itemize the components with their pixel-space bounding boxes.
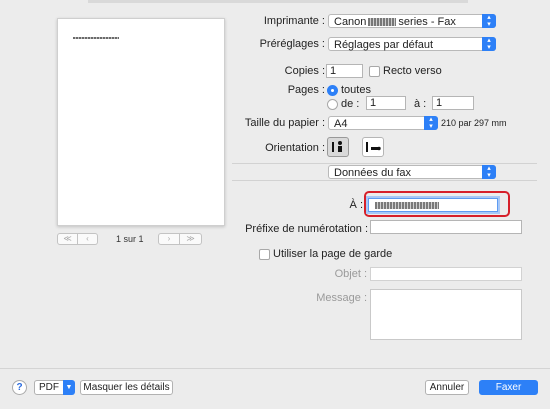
portrait-orientation-button[interactable]: [327, 137, 349, 157]
orientation-label: Orientation :: [265, 142, 325, 154]
preview-content-line: [73, 37, 119, 39]
preview-nav-forward-group: › ≫: [158, 233, 202, 245]
subject-label: Objet :: [334, 268, 367, 280]
copies-input[interactable]: 1: [326, 64, 363, 78]
portrait-person-icon: [332, 141, 342, 152]
pages-from-input[interactable]: 1: [366, 96, 406, 110]
section-select[interactable]: Données du fax ▴ ▾: [328, 165, 496, 179]
printer-name-suffix: series - Fax: [398, 16, 456, 28]
hide-details-button[interactable]: Masquer les détails: [80, 380, 173, 395]
pages-all-label: toutes: [341, 84, 371, 96]
pages-label: Pages :: [287, 84, 325, 96]
copies-label: Copies :: [284, 65, 325, 77]
paper-size-label: Taille du papier :: [244, 117, 325, 129]
printer-name-prefix: Canon: [334, 16, 367, 28]
duplex-label: Recto verso: [383, 65, 442, 77]
duplex-checkbox[interactable]: [369, 66, 380, 77]
window-top-edge: [88, 0, 468, 3]
landscape-orientation-button[interactable]: [362, 137, 384, 157]
pdf-dropdown-arrow[interactable]: ▼: [63, 380, 75, 395]
message-label: Message :: [316, 292, 367, 304]
cancel-button[interactable]: Annuler: [425, 380, 469, 395]
redacted-model: [368, 18, 397, 27]
section-divider-top: [232, 163, 537, 164]
previous-page-button[interactable]: ‹: [78, 233, 98, 245]
section-divider-bottom: [232, 180, 537, 181]
pages-to-input[interactable]: 1: [432, 96, 474, 110]
pdf-menu-button[interactable]: PDF: [34, 380, 64, 395]
fax-send-button[interactable]: Faxer: [479, 380, 538, 395]
paper-size-value: A4: [334, 118, 348, 130]
dial-prefix-input[interactable]: [370, 220, 522, 234]
preview-nav-back-group: ≪ ‹: [57, 233, 98, 245]
cover-page-label: Utiliser la page de garde: [273, 248, 393, 260]
presets-value: Réglages par défaut: [334, 39, 434, 51]
landscape-person-icon: [366, 142, 381, 152]
pages-from-label: de :: [341, 98, 360, 110]
printer-label: Imprimante :: [263, 15, 325, 27]
updown-chevron-icon: ▴ ▾: [482, 14, 496, 28]
dial-prefix-label: Préfixe de numérotation :: [245, 223, 368, 235]
pages-range-radio[interactable]: [327, 99, 338, 110]
presets-label: Préréglages :: [259, 38, 325, 50]
presets-select[interactable]: Réglages par défaut ▴ ▾: [328, 37, 496, 51]
fax-to-label: À :: [349, 199, 363, 211]
updown-chevron-icon: ▴ ▾: [424, 116, 438, 130]
next-page-button[interactable]: ›: [158, 233, 180, 245]
updown-chevron-icon: ▴ ▾: [482, 165, 496, 179]
page-counter: 1 sur 1: [116, 234, 144, 244]
help-button[interactable]: ?: [12, 380, 27, 395]
section-value: Données du fax: [334, 167, 412, 179]
updown-chevron-icon: ▴ ▾: [482, 37, 496, 51]
last-page-button[interactable]: ≫: [180, 233, 202, 245]
redacted-fax-number: [375, 202, 439, 209]
pages-all-radio[interactable]: [327, 85, 338, 96]
subject-input[interactable]: [370, 267, 522, 281]
fax-number-input[interactable]: [368, 198, 498, 212]
pages-to-label: à :: [414, 98, 427, 110]
page-preview: [57, 18, 225, 226]
message-textarea[interactable]: [370, 289, 522, 340]
footer-separator: [0, 368, 550, 369]
first-page-button[interactable]: ≪: [57, 233, 78, 245]
printer-select[interactable]: Canon series - Fax ▴ ▾: [328, 14, 496, 28]
paper-size-dims: 210 par 297 mm: [441, 118, 507, 128]
cover-page-checkbox[interactable]: [259, 249, 270, 260]
paper-size-select[interactable]: A4 ▴ ▾: [328, 116, 438, 130]
